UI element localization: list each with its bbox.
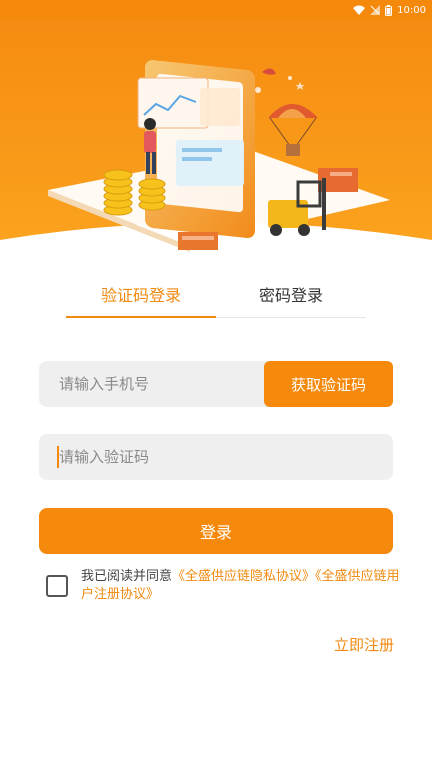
agreement-prefix: 我已阅读并同意 (81, 569, 173, 584)
verification-code-field (39, 434, 393, 480)
text-cursor (57, 446, 59, 468)
tab-password-login[interactable]: 密码登录 (216, 278, 366, 317)
agreement-text: 我已阅读并同意《全盛供应链隐私协议》《全盛供应链用户注册协议》 (81, 568, 401, 604)
login-button[interactable]: 登录 (39, 508, 393, 554)
status-bar: 10:00 (0, 0, 432, 20)
get-code-button[interactable]: 获取验证码 (264, 361, 393, 407)
register-link[interactable]: 立即注册 (334, 634, 394, 655)
tab-sms-code-login[interactable]: 验证码登录 (66, 278, 216, 318)
agreement-checkbox[interactable] (46, 575, 68, 597)
login-mode-tabs: 验证码登录 密码登录 (66, 278, 366, 318)
verification-code-input[interactable] (39, 434, 393, 480)
wifi-icon (353, 5, 366, 15)
privacy-agreement-link[interactable]: 《全盛供应链隐私协议》 (172, 569, 315, 584)
phone-field: 获取验证码 (39, 361, 393, 407)
no-signal-icon (370, 5, 381, 15)
logistics-illustration (0, 0, 432, 252)
battery-icon (385, 4, 393, 16)
header-banner (0, 0, 432, 265)
status-time: 10:00 (397, 4, 426, 16)
